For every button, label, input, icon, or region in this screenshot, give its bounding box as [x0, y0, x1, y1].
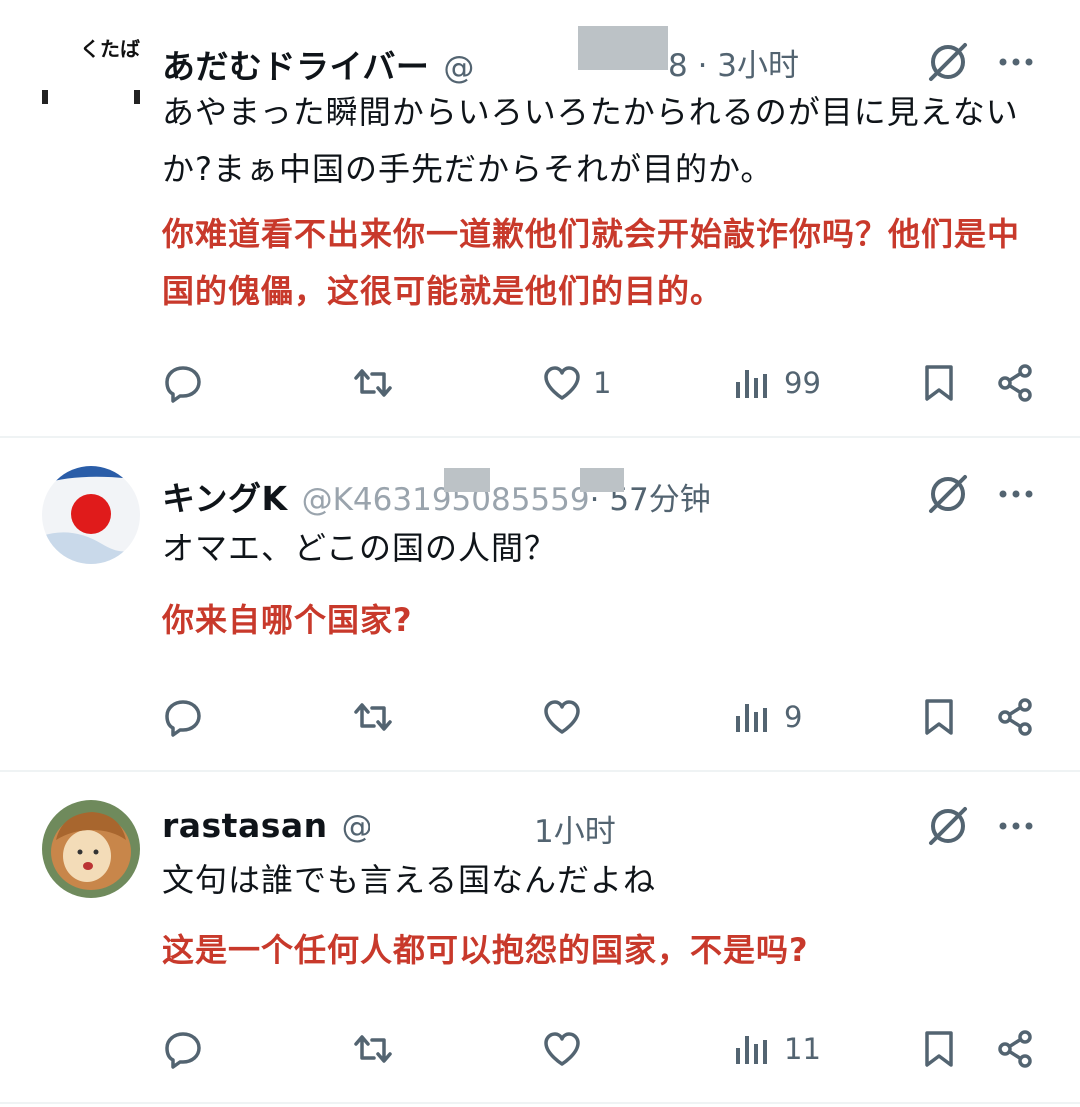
user-handle[interactable]: @ [443, 50, 474, 86]
redaction [578, 26, 668, 70]
views-count: 99 [784, 366, 821, 400]
display-name[interactable]: キングK [162, 472, 288, 520]
views-icon [736, 704, 767, 732]
retweet-button[interactable] [352, 1024, 394, 1074]
japan-flag-avatar [42, 466, 140, 564]
like-icon [544, 1032, 580, 1066]
tweet-text: あやまった瞬間からいろいろたかられるのが目に見えないか?まぁ中国の手先だからそれ… [162, 93, 1019, 188]
grok-icon[interactable] [926, 40, 970, 84]
views-count: 9 [784, 700, 803, 734]
like-icon [544, 700, 580, 734]
retweet-icon [354, 369, 392, 397]
like-count: 1 [593, 366, 612, 400]
tweet-translation: 你难道看不出来你一道歉他们就会开始敲诈你吗？他们是中国的傀儡，这很可能就是他们的… [162, 215, 1021, 310]
retweet-button[interactable] [352, 358, 394, 408]
action-bar: 1 99 [0, 358, 1080, 408]
share-icon [998, 364, 1032, 402]
retweet-button[interactable] [352, 692, 394, 742]
reply-icon [165, 700, 201, 737]
reply-button[interactable] [162, 692, 204, 742]
retweet-icon [354, 703, 392, 731]
tweet-text: オマエ、どこの国の人間？ [162, 529, 558, 567]
action-bar: 11 [0, 1024, 1080, 1074]
like-button[interactable] [541, 692, 593, 742]
reply-button[interactable] [162, 358, 204, 408]
bookmark-icon [925, 699, 953, 735]
timestamp[interactable]: 8 · 3小时 [668, 40, 799, 85]
tweet[interactable]: キングK @K463195085559 · 57分钟 オマエ、どこの国の人間？ … [0, 438, 1080, 770]
reply-icon [165, 1032, 201, 1069]
avatar[interactable]: くたばれ [42, 32, 140, 130]
views-icon [736, 370, 767, 398]
character-avatar [42, 800, 140, 898]
tweet-translation: 这是一个任何人都可以抱怨的国家，不是吗? [162, 931, 809, 969]
avatar-image: くたばれ [42, 32, 140, 130]
redaction [370, 798, 530, 848]
display-name[interactable]: あだむドライバー [162, 40, 429, 88]
views-button[interactable]: 9 [732, 692, 802, 742]
more-icon[interactable] [996, 806, 1036, 846]
display-name[interactable]: rastasan [162, 806, 328, 845]
tweet-translation: 你来自哪个国家? [162, 601, 413, 639]
bookmark-button[interactable] [918, 1024, 960, 1074]
views-icon [736, 1036, 767, 1064]
like-icon [544, 366, 580, 400]
tweet-header: あだむドライバー @ [162, 40, 474, 86]
avatar[interactable] [42, 800, 140, 898]
grok-icon[interactable] [926, 804, 970, 848]
reply-icon [165, 366, 201, 403]
bookmark-button[interactable] [918, 692, 960, 742]
like-button[interactable]: 1 [541, 358, 611, 408]
share-icon [998, 698, 1032, 736]
reply-feed: くたばれ あだむドライバー @ 8 · 3小时 あやまった瞬間からいろいろたから… [0, 0, 1080, 1107]
share-button[interactable] [994, 358, 1036, 408]
redaction [444, 468, 490, 492]
redaction [580, 468, 624, 492]
share-icon [998, 1030, 1032, 1068]
share-button[interactable] [994, 692, 1036, 742]
avatar[interactable] [42, 466, 140, 564]
reply-button[interactable] [162, 1024, 204, 1074]
bookmark-icon [925, 1031, 953, 1067]
retweet-icon [354, 1035, 392, 1063]
divider [0, 1102, 1080, 1104]
tweet[interactable]: rastasan @ras 1小时 文句は誰でも言える国なんだよね 这是一个任何… [0, 772, 1080, 1102]
tweet-header: キングK @K463195085559 · 57分钟 [162, 472, 711, 518]
grok-icon[interactable] [926, 472, 970, 516]
like-button[interactable] [541, 1024, 593, 1074]
timestamp[interactable]: 1小时 [534, 806, 616, 851]
tweet[interactable]: くたばれ あだむドライバー @ 8 · 3小时 あやまった瞬間からいろいろたから… [0, 0, 1080, 436]
more-icon[interactable] [996, 474, 1036, 514]
views-button[interactable]: 11 [732, 1024, 821, 1074]
bookmark-button[interactable] [918, 358, 960, 408]
action-bar: 9 [0, 692, 1080, 742]
avatar-glyph: くたばれ [80, 37, 140, 61]
more-icon[interactable] [996, 42, 1036, 82]
views-button[interactable]: 99 [732, 358, 821, 408]
views-count: 11 [784, 1032, 821, 1066]
share-button[interactable] [994, 1024, 1036, 1074]
bookmark-icon [925, 365, 953, 401]
tweet-text: 文句は誰でも言える国なんだよね [162, 861, 657, 899]
